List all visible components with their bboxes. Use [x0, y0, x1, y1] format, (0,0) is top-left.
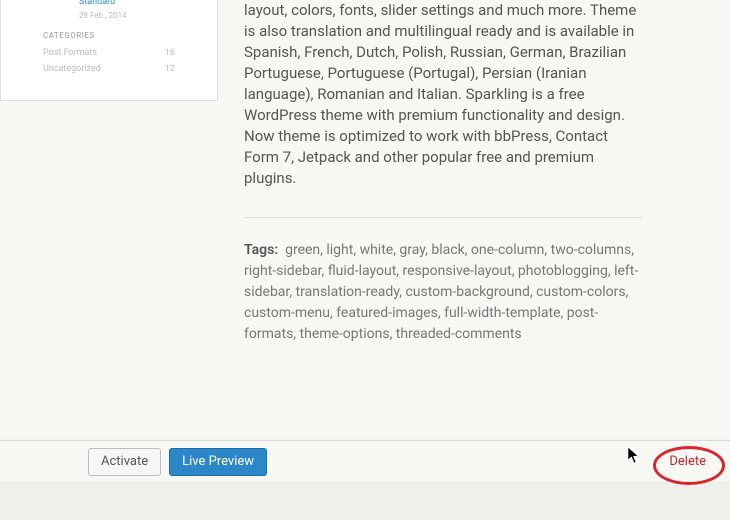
sidebar-post-title: Material Theme is the New Industry Stand… — [79, 0, 169, 7]
category-count: 12 — [165, 64, 175, 74]
sidebar-post-item: Material Theme is the New Industry Stand… — [43, 0, 169, 20]
categories-widget: CATEGORIES Post Formats 16 Uncategorized… — [43, 31, 175, 80]
delete-label: Delete — [669, 454, 706, 469]
category-row: Post Formats 16 — [43, 48, 175, 58]
category-count: 16 — [165, 48, 175, 58]
category-row: Uncategorized 12 — [43, 64, 175, 74]
category-name: Post Formats — [43, 48, 97, 58]
delete-link[interactable]: Delete — [669, 454, 706, 469]
categories-header: CATEGORIES — [43, 31, 175, 40]
category-name: Uncategorized — [43, 64, 101, 74]
theme-actions-footer: Activate Live Preview Delete — [0, 440, 730, 482]
theme-tags: Tags: green, light, white, gray, black, … — [244, 240, 642, 345]
theme-description: layout, colors, fonts, slider settings a… — [244, 0, 642, 189]
activate-button[interactable]: Activate — [88, 448, 161, 476]
sidebar-post-date: 28 Feb , 2014 — [79, 11, 169, 20]
theme-preview-thumbnail: Material Theme is the New Industry Stand… — [0, 0, 218, 101]
live-preview-button[interactable]: Live Preview — [169, 448, 267, 476]
tags-list: green, light, white, gray, black, one-co… — [244, 242, 638, 342]
divider — [244, 217, 642, 218]
tags-label: Tags: — [244, 242, 278, 258]
main-area: Material Theme is the New Industry Stand… — [0, 0, 730, 440]
theme-details-content: layout, colors, fonts, slider settings a… — [244, 0, 642, 345]
